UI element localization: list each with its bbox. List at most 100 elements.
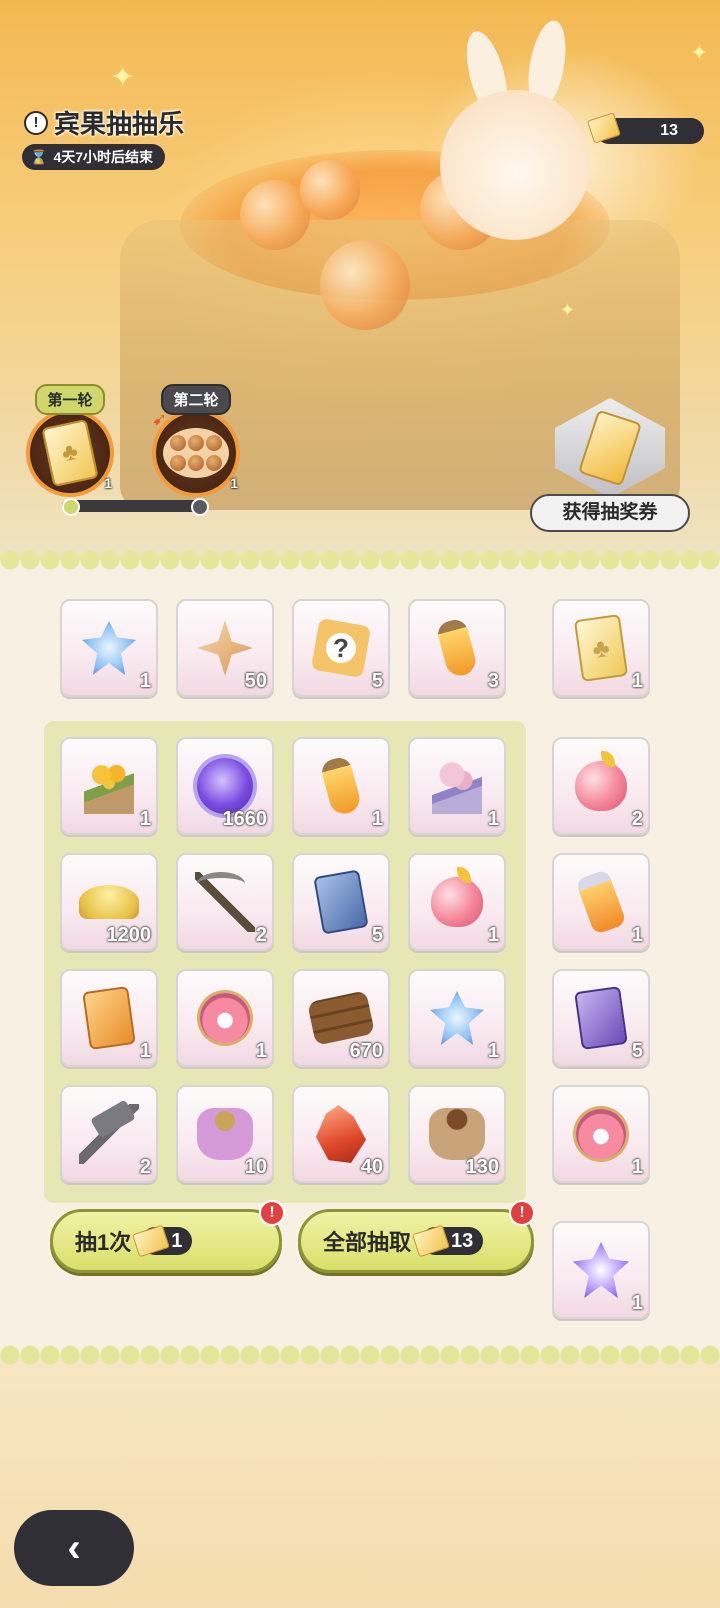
row-bonus-reward-3[interactable]: 5 bbox=[552, 969, 650, 1067]
ticket-icon bbox=[132, 1224, 171, 1258]
item-count: 1 bbox=[631, 924, 643, 946]
top-row-bonus-reward[interactable]: ♣ 1 bbox=[552, 599, 650, 697]
clover-ticket-icon: ♣ bbox=[41, 418, 99, 488]
row-bonus-reward-5[interactable]: 1 bbox=[552, 1221, 650, 1319]
bingo-cell[interactable]: 10 bbox=[176, 1085, 274, 1183]
event-timer: ⌛ 4天7小时后结束 bbox=[22, 144, 166, 170]
row-bonus-reward-2[interactable]: 1 bbox=[552, 853, 650, 951]
bingo-cell[interactable]: 2 bbox=[176, 853, 274, 951]
bingo-cell[interactable]: 1 bbox=[408, 737, 506, 835]
item-count: 1 bbox=[487, 924, 499, 946]
wood-logs-icon bbox=[307, 988, 375, 1048]
top-row-reward-4[interactable]: 3 bbox=[408, 599, 506, 697]
draw-all-button[interactable]: 全部抽取 13 ! bbox=[298, 1200, 535, 1273]
bingo-cell[interactable]: 130 bbox=[408, 1085, 506, 1183]
back-button[interactable]: ‹ bbox=[14, 1510, 134, 1586]
item-count: 1660 bbox=[222, 808, 268, 830]
bingo-cell[interactable]: 1 bbox=[408, 853, 506, 951]
bingo-cell[interactable]: 40 bbox=[292, 1085, 390, 1183]
sparkle-icon: ✦ bbox=[560, 300, 576, 320]
paw-bell-icon bbox=[571, 1104, 631, 1164]
top-row-reward-2[interactable]: 50 bbox=[176, 599, 274, 697]
mystery-box-icon: ? bbox=[310, 617, 372, 679]
bingo-cell[interactable]: 670 bbox=[292, 969, 390, 1067]
bingo-cell[interactable]: 1 bbox=[60, 969, 158, 1067]
clover-ticket-icon: ♣ bbox=[571, 614, 631, 682]
pickaxe-icon bbox=[195, 872, 255, 932]
round-1[interactable]: 第一轮 ♣ 1 bbox=[22, 384, 118, 497]
bingo-cell[interactable]: 1 bbox=[60, 737, 158, 835]
timer-text: 4天7小时后结束 bbox=[53, 149, 154, 165]
draw-once-label: 抽1次 bbox=[75, 1230, 132, 1255]
round-label: 第一轮 bbox=[35, 384, 105, 415]
takoyaki-icon bbox=[163, 428, 229, 478]
orb-art bbox=[300, 160, 360, 220]
hourglass-icon: ⌛ bbox=[30, 148, 48, 165]
item-count: 1 bbox=[371, 808, 383, 830]
draw-once-button[interactable]: 抽1次 1 ! bbox=[50, 1200, 285, 1273]
get-tickets-button[interactable]: 获得抽奖券 bbox=[530, 494, 690, 532]
ticket-icon bbox=[412, 1224, 450, 1258]
vial-icon bbox=[571, 868, 631, 936]
round-reward-count: 1 bbox=[230, 475, 238, 491]
blue-crystal-icon bbox=[79, 618, 139, 678]
apple-icon bbox=[427, 867, 487, 932]
info-icon[interactable]: ! bbox=[24, 110, 48, 135]
item-count: 2 bbox=[631, 808, 643, 830]
round-progress-bar bbox=[62, 500, 202, 512]
alert-badge: ! bbox=[509, 1200, 535, 1226]
item-count: 1 bbox=[139, 1040, 151, 1062]
orb-art bbox=[320, 240, 410, 330]
row-bonus-reward-1[interactable]: 2 bbox=[552, 737, 650, 835]
event-title: 宾果抽抽乐 bbox=[54, 109, 185, 139]
bingo-cell[interactable]: 1 bbox=[292, 737, 390, 835]
item-count: 130 bbox=[465, 1156, 499, 1178]
bingo-cell[interactable]: 5 bbox=[292, 853, 390, 951]
draw-all-label: 全部抽取 bbox=[323, 1230, 412, 1255]
round-reward: ♣ 1 bbox=[26, 409, 114, 497]
item-count: 10 bbox=[244, 1156, 267, 1178]
round-reward-count: 1 bbox=[104, 475, 112, 491]
round-2[interactable]: 第二轮 ➹ 1 bbox=[148, 384, 244, 497]
item-count: 1200 bbox=[106, 924, 152, 946]
bingo-cell[interactable]: 1 bbox=[408, 969, 506, 1067]
potion-bottle-icon bbox=[311, 755, 371, 817]
paw-bell-icon bbox=[195, 988, 255, 1048]
item-count: 1 bbox=[139, 670, 151, 692]
alert-badge: ! bbox=[259, 1200, 285, 1226]
hammer-icon bbox=[79, 1104, 139, 1164]
item-count: 2 bbox=[255, 924, 267, 946]
sparkle-icon: ✦ bbox=[690, 40, 709, 65]
bingo-cell[interactable]: 2 bbox=[60, 1085, 158, 1183]
item-count: 670 bbox=[349, 1040, 383, 1062]
bunny-mascot-art bbox=[440, 90, 590, 240]
bingo-cell[interactable]: 1 bbox=[176, 969, 274, 1067]
back-arrow-icon: ‹ bbox=[67, 1525, 81, 1570]
round-reward: ➹ 1 bbox=[152, 409, 240, 497]
item-count: 1 bbox=[139, 808, 151, 830]
item-count: 40 bbox=[360, 1156, 383, 1178]
bingo-cell[interactable]: 1660 bbox=[176, 737, 274, 835]
ticket-count: 13 bbox=[660, 122, 678, 139]
red-shard-icon bbox=[311, 1104, 371, 1164]
yellow-bouquet-icon bbox=[79, 756, 139, 816]
scallop-border-bottom bbox=[0, 1345, 720, 1365]
item-count: 5 bbox=[631, 1040, 643, 1062]
bingo-cell[interactable]: 1200 bbox=[60, 853, 158, 951]
purple-orb-icon bbox=[195, 756, 255, 816]
item-count: 1 bbox=[487, 808, 499, 830]
apple-icon bbox=[571, 751, 631, 816]
purple-card-icon bbox=[571, 986, 631, 1050]
draw-all-cost: 13 bbox=[412, 1224, 484, 1258]
event-title-row: ! 宾果抽抽乐 bbox=[24, 104, 184, 141]
purple-crystal-icon bbox=[571, 1240, 631, 1300]
scallop-border-top bbox=[0, 550, 720, 570]
item-count: 1 bbox=[255, 1040, 267, 1062]
item-count: 1 bbox=[631, 670, 643, 692]
top-row-reward-1[interactable]: 1 bbox=[60, 599, 158, 697]
item-count: 5 bbox=[371, 924, 383, 946]
top-row-reward-3[interactable]: ? 5 bbox=[292, 599, 390, 697]
item-count: 3 bbox=[487, 670, 499, 692]
row-bonus-reward-4[interactable]: 1 bbox=[552, 1085, 650, 1183]
item-count: 50 bbox=[244, 670, 267, 692]
